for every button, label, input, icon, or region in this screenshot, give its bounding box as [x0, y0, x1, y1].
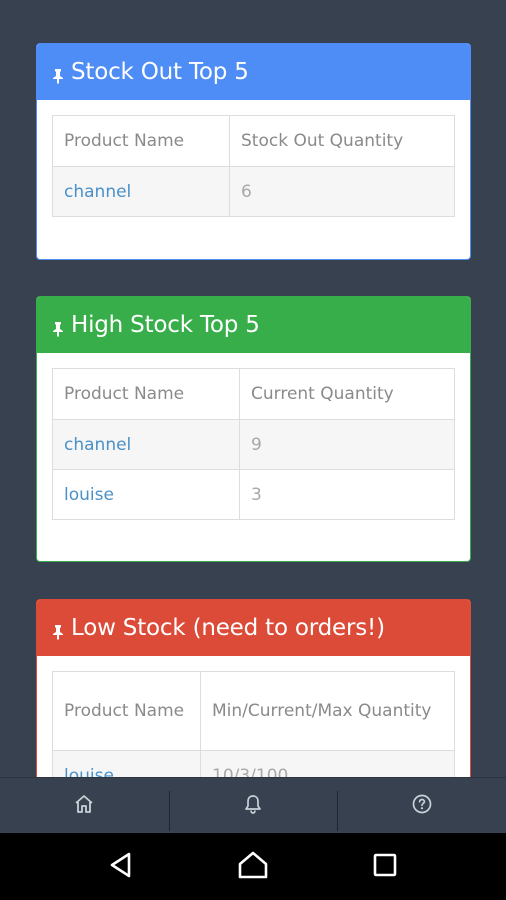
help-circle-icon [411, 793, 433, 819]
product-name-link[interactable]: channel [52, 419, 240, 470]
recents-button[interactable] [365, 847, 405, 887]
quantity-cell: 6 [229, 166, 455, 217]
pushpin-icon [51, 64, 65, 84]
home-icon [73, 793, 95, 819]
product-name-link[interactable]: channel [52, 166, 230, 217]
table-row[interactable]: channel 6 [52, 166, 455, 217]
quantity-cell: 10/3/100 [200, 750, 455, 777]
high-stock-panel: High Stock Top 5 Product Name Current Qu… [36, 296, 471, 562]
quantity-cell: 9 [239, 419, 455, 470]
back-triangle-icon [108, 851, 134, 883]
stock-out-table: Product Name Stock Out Quantity channel … [52, 115, 455, 217]
stock-out-panel-header: Stock Out Top 5 [37, 44, 470, 100]
product-name-link[interactable]: louise [52, 469, 240, 520]
column-header: Current Quantity [239, 368, 455, 420]
high-stock-panel-header: High Stock Top 5 [37, 297, 470, 353]
table-row[interactable]: channel 9 [52, 419, 455, 470]
column-header: Product Name [52, 368, 240, 420]
back-button[interactable] [101, 847, 141, 887]
panel-title: Stock Out Top 5 [71, 59, 249, 85]
recents-square-icon [372, 852, 398, 882]
low-stock-panel-header: Low Stock (need to orders!) [37, 600, 470, 656]
panel-title: High Stock Top 5 [71, 312, 260, 338]
pushpin-icon [51, 317, 65, 337]
quantity-cell: 3 [239, 469, 455, 520]
table-row[interactable]: louise 10/3/100 [52, 750, 455, 777]
table-row[interactable]: louise 3 [52, 469, 455, 520]
product-name-link[interactable]: louise [52, 750, 201, 777]
column-header: Product Name [52, 671, 201, 751]
tab-notifications[interactable] [168, 778, 338, 833]
dashboard-content: Stock Out Top 5 Product Name Stock Out Q… [0, 0, 506, 777]
tab-help[interactable] [337, 778, 506, 833]
column-header: Product Name [52, 115, 230, 167]
column-header: Min/Current/Max Quantity [200, 671, 455, 751]
table-header-row: Product Name Current Quantity [52, 368, 455, 420]
stock-out-panel: Stock Out Top 5 Product Name Stock Out Q… [36, 43, 471, 260]
high-stock-table: Product Name Current Quantity channel 9 … [52, 368, 455, 520]
table-header-row: Product Name Min/Current/Max Quantity [52, 671, 455, 751]
pushpin-icon [51, 620, 65, 640]
tab-home[interactable] [0, 778, 169, 833]
low-stock-panel: Low Stock (need to orders!) Product Name… [36, 599, 471, 777]
bottom-tab-bar [0, 777, 506, 833]
panel-title: Low Stock (need to orders!) [71, 615, 385, 641]
home-outline-icon [237, 850, 269, 884]
low-stock-table: Product Name Min/Current/Max Quantity lo… [52, 671, 455, 777]
column-header: Stock Out Quantity [229, 115, 455, 167]
system-navigation-bar [0, 833, 506, 900]
bell-icon [242, 793, 264, 819]
home-button[interactable] [233, 847, 273, 887]
table-header-row: Product Name Stock Out Quantity [52, 115, 455, 167]
